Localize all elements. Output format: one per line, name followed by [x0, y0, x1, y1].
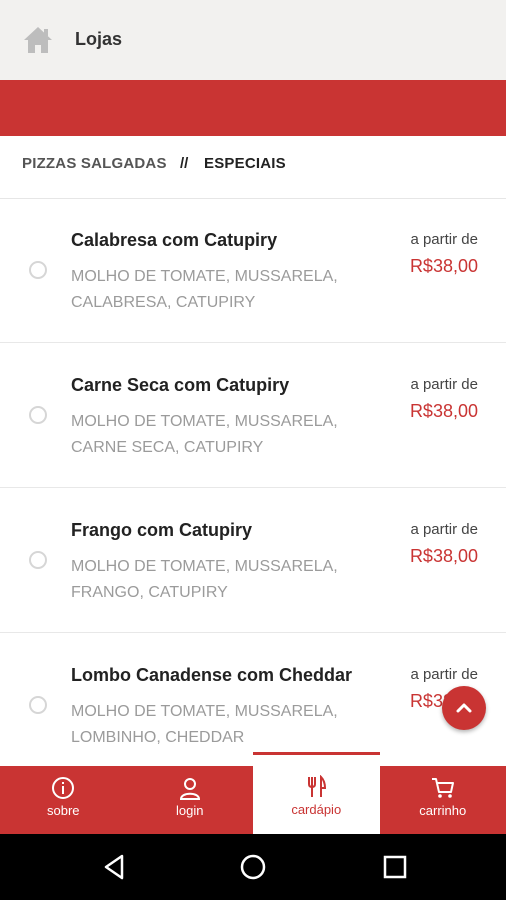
tab-cardapio[interactable]: cardápio	[253, 752, 380, 834]
tab-label: cardápio	[291, 802, 342, 817]
system-navigation-bar	[0, 834, 506, 900]
product-name: Frango com Catupiry	[71, 520, 253, 540]
cart-icon	[431, 778, 454, 798]
product-price: R$38,00	[409, 256, 478, 276]
tab-sobre[interactable]: sobre	[0, 766, 127, 834]
back-icon[interactable]	[100, 852, 130, 882]
breadcrumb-category[interactable]: PIZZAS SALGADAS	[22, 155, 167, 172]
tab-login[interactable]: login	[127, 766, 254, 834]
home-icon[interactable]	[22, 25, 54, 55]
red-banner	[0, 80, 506, 136]
product-radio[interactable]	[29, 551, 47, 569]
product-description: MOLHO DE TOMATE, MUSSARELA, FRANGO, CATU…	[71, 558, 338, 601]
product-list[interactable]: Calabresa com Catupiry MOLHO DE TOMATE, …	[0, 198, 506, 766]
info-icon	[52, 777, 75, 799]
product-item[interactable]: Lombo Canadense com Cheddar MOLHO DE TOM…	[0, 633, 506, 766]
product-description: MOLHO DE TOMATE, MUSSARELA, CARNE SECA, …	[71, 413, 338, 456]
breadcrumb-subcategory: ESPECIAIS	[204, 155, 286, 172]
product-description: MOLHO DE TOMATE, MUSSARELA, CALABRESA, C…	[71, 268, 338, 311]
recents-icon[interactable]	[380, 852, 410, 882]
tab-label: login	[176, 803, 204, 818]
scroll-to-top-button[interactable]	[442, 686, 486, 730]
price-prefix: a partir de	[410, 521, 478, 538]
price-prefix: a partir de	[410, 231, 478, 248]
tab-label: sobre	[46, 803, 80, 818]
product-price: R$38,00	[409, 401, 478, 421]
product-name: Carne Seca com Catupiry	[71, 375, 290, 395]
tab-label: carrinho	[419, 803, 467, 818]
price-prefix: a partir de	[410, 376, 478, 393]
product-item[interactable]: Calabresa com Catupiry MOLHO DE TOMATE, …	[0, 198, 506, 343]
user-icon	[179, 778, 200, 800]
product-radio[interactable]	[29, 261, 47, 279]
tab-carrinho[interactable]: carrinho	[380, 766, 506, 834]
page-title: Lojas	[75, 29, 123, 49]
product-description: MOLHO DE TOMATE, MUSSARELA, LOMBINHO, CH…	[71, 703, 338, 746]
product-name: Lombo Canadense com Cheddar	[71, 665, 353, 685]
cutlery-icon	[308, 775, 327, 797]
bottom-tab-bar: sobre login cardápio carrinho	[0, 752, 506, 834]
price-prefix: a partir de	[410, 666, 478, 683]
top-app-bar: Lojas	[0, 0, 506, 80]
product-radio[interactable]	[29, 406, 47, 424]
breadcrumb-separator: //	[180, 155, 189, 172]
product-price: R$38,00	[409, 546, 478, 566]
product-item[interactable]: Frango com Catupiry MOLHO DE TOMATE, MUS…	[0, 488, 506, 633]
product-item[interactable]: Carne Seca com Catupiry MOLHO DE TOMATE,…	[0, 343, 506, 488]
home-nav-icon[interactable]	[238, 852, 268, 882]
product-name: Calabresa com Catupiry	[71, 230, 278, 250]
product-radio[interactable]	[29, 696, 47, 714]
chevron-up-icon	[456, 703, 472, 713]
